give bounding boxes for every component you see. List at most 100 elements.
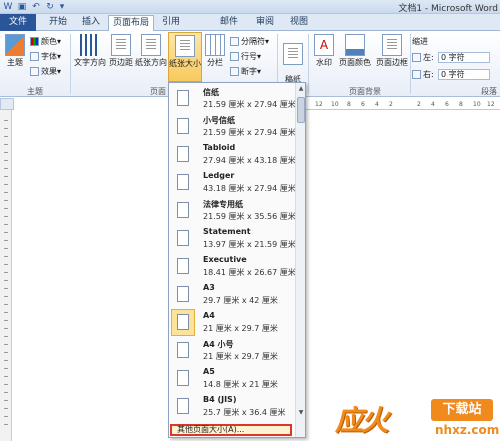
group-label-page-setup: 页面: [150, 87, 166, 96]
paper-size-menu: 信纸 21.59 厘米 x 27.94 厘米 小号信纸 21.59 厘米 x 2…: [168, 82, 306, 438]
paper-size-item[interactable]: Ledger 43.18 厘米 x 27.94 厘米: [170, 169, 296, 197]
page-icon: [177, 90, 189, 106]
redo-icon[interactable]: ↻: [44, 1, 56, 13]
hyphenation-icon: [230, 67, 239, 76]
scroll-down-icon[interactable]: ▼: [297, 409, 305, 417]
paper-size-item[interactable]: Statement 13.97 厘米 x 21.59 厘米: [170, 225, 296, 253]
paper-size-item[interactable]: 法律专用纸 21.59 厘米 x 35.56 厘米: [170, 197, 296, 225]
ruler-mark: 4: [431, 101, 435, 108]
indent-title: 缩进: [412, 37, 428, 46]
ruler-mark: 12: [487, 101, 495, 108]
paper-size-item[interactable]: 信纸 21.59 厘米 x 27.94 厘米: [170, 85, 296, 113]
manuscript-icon: [283, 43, 303, 65]
group-separator: [410, 34, 411, 94]
breaks-button[interactable]: 分隔符 ▾: [230, 36, 269, 47]
group-separator: [70, 34, 71, 94]
save-icon[interactable]: ▣: [16, 1, 28, 13]
colors-button[interactable]: 颜色 ▾: [30, 36, 61, 47]
group-separator: [308, 34, 309, 94]
paper-size-item[interactable]: Executive 18.41 厘米 x 26.67 厘米: [170, 253, 296, 281]
watermark-button[interactable]: A 水印: [311, 34, 337, 68]
line-numbers-icon: [230, 52, 239, 61]
page-color-button[interactable]: 页面颜色: [337, 34, 373, 68]
title-bar: W ▣ ↶ ↻ ▾ 文档1 - Microsoft Word: [0, 0, 500, 14]
page-borders-icon: [382, 34, 402, 56]
tab-review[interactable]: 审阅: [252, 15, 278, 31]
breaks-icon: [230, 37, 239, 46]
colors-icon: [30, 37, 39, 46]
scroll-up-icon[interactable]: ▲: [297, 85, 305, 93]
indent-right-label: 右:: [412, 69, 434, 80]
ruler-mark: 4: [375, 101, 379, 108]
tab-view[interactable]: 视图: [286, 15, 312, 31]
group-label-themes: 主题: [27, 87, 43, 96]
text-direction-button[interactable]: 文字方向: [73, 34, 107, 68]
fonts-icon: [30, 52, 39, 61]
page-color-icon: [345, 34, 365, 56]
undo-icon[interactable]: ↶: [30, 1, 42, 13]
page-icon: [177, 258, 189, 274]
page-borders-button[interactable]: 页面边框: [374, 34, 410, 68]
tab-insert[interactable]: 插入: [76, 15, 106, 31]
vertical-ruler[interactable]: [0, 110, 12, 441]
page-icon: [177, 202, 189, 218]
margins-icon: [111, 34, 131, 56]
indent-right-icon: [412, 70, 421, 79]
ruler-mark: 8: [347, 101, 351, 108]
paper-size-item[interactable]: 小号信纸 21.59 厘米 x 27.94 厘米: [170, 113, 296, 141]
customize-icon[interactable]: ▾: [56, 1, 68, 13]
tab-home[interactable]: 开始: [40, 15, 76, 31]
paper-size-button[interactable]: 纸张大小: [168, 32, 202, 82]
page-icon: [177, 174, 189, 190]
group-label-page-background: 页面背景: [349, 87, 381, 96]
page-icon: [177, 398, 189, 414]
paper-size-item[interactable]: B4 (JIS) 25.7 厘米 x 36.4 厘米: [170, 393, 294, 421]
ruler-mark: 10: [473, 101, 481, 108]
indent-right-input[interactable]: 0 字符: [438, 69, 490, 80]
ruler-mark: 6: [445, 101, 449, 108]
paper-size-item-selected[interactable]: A4 21 厘米 x 29.7 厘米: [170, 309, 294, 337]
paper-size-icon: [175, 35, 195, 57]
tab-references[interactable]: 引用: [158, 15, 184, 31]
text-direction-icon: [80, 34, 100, 56]
tab-mailings[interactable]: 邮件: [216, 15, 242, 31]
watermark-logo: 应火: [335, 404, 389, 437]
ruler-mark: 10: [331, 101, 339, 108]
ruler-mark: 8: [459, 101, 463, 108]
scroll-thumb[interactable]: [297, 97, 305, 123]
word-icon: W: [3, 2, 13, 12]
margins-button[interactable]: 页边距: [108, 34, 134, 68]
themes-icon: [5, 34, 25, 56]
tab-file[interactable]: 文件: [0, 14, 36, 31]
effects-button[interactable]: 效果 ▾: [30, 66, 61, 77]
paper-size-item[interactable]: A5 14.8 厘米 x 21 厘米: [170, 365, 294, 393]
more-paper-sizes-button[interactable]: 其他页面大小(A)...: [170, 424, 292, 436]
paper-size-item[interactable]: A3 29.7 厘米 x 42 厘米: [170, 281, 294, 309]
orientation-button[interactable]: 纸张方向: [134, 34, 168, 68]
page-icon: [177, 118, 189, 134]
orientation-icon: [141, 34, 161, 56]
ruler-mark: 6: [361, 101, 365, 108]
tab-selector[interactable]: [0, 98, 14, 110]
indent-left-input[interactable]: 0 字符: [438, 52, 490, 63]
horizontal-ruler[interactable]: 12 10 8 6 4 2 2 4 6 8 10 12: [303, 100, 500, 110]
fonts-button[interactable]: 字体 ▾: [30, 51, 61, 62]
hyphenation-button[interactable]: 断字 ▾: [230, 66, 261, 77]
paper-size-item[interactable]: A4 小号 21 厘米 x 29.7 厘米: [170, 337, 294, 365]
themes-button[interactable]: 主题: [3, 34, 27, 68]
page-icon: [177, 230, 189, 246]
page-icon: [177, 286, 189, 302]
menu-scrollbar[interactable]: ▲ ▼: [295, 83, 305, 437]
columns-button[interactable]: 分栏: [203, 34, 227, 68]
ribbon-tabs: 文件 开始 插入 页面布局 引用 邮件 审阅 视图: [0, 14, 500, 32]
indent-left-icon: [412, 53, 421, 62]
watermark-domain: nhxz.com: [435, 423, 500, 437]
columns-icon: [205, 34, 225, 56]
paper-size-item[interactable]: Tabloid 27.94 厘米 x 43.18 厘米: [170, 141, 296, 169]
indent-left-label: 左:: [412, 52, 434, 63]
ruler-mark: 2: [417, 101, 421, 108]
watermark-icon: A: [314, 34, 334, 56]
ruler-mark: 2: [389, 101, 393, 108]
line-numbers-button[interactable]: 行号 ▾: [230, 51, 261, 62]
tab-page-layout[interactable]: 页面布局: [108, 15, 154, 32]
